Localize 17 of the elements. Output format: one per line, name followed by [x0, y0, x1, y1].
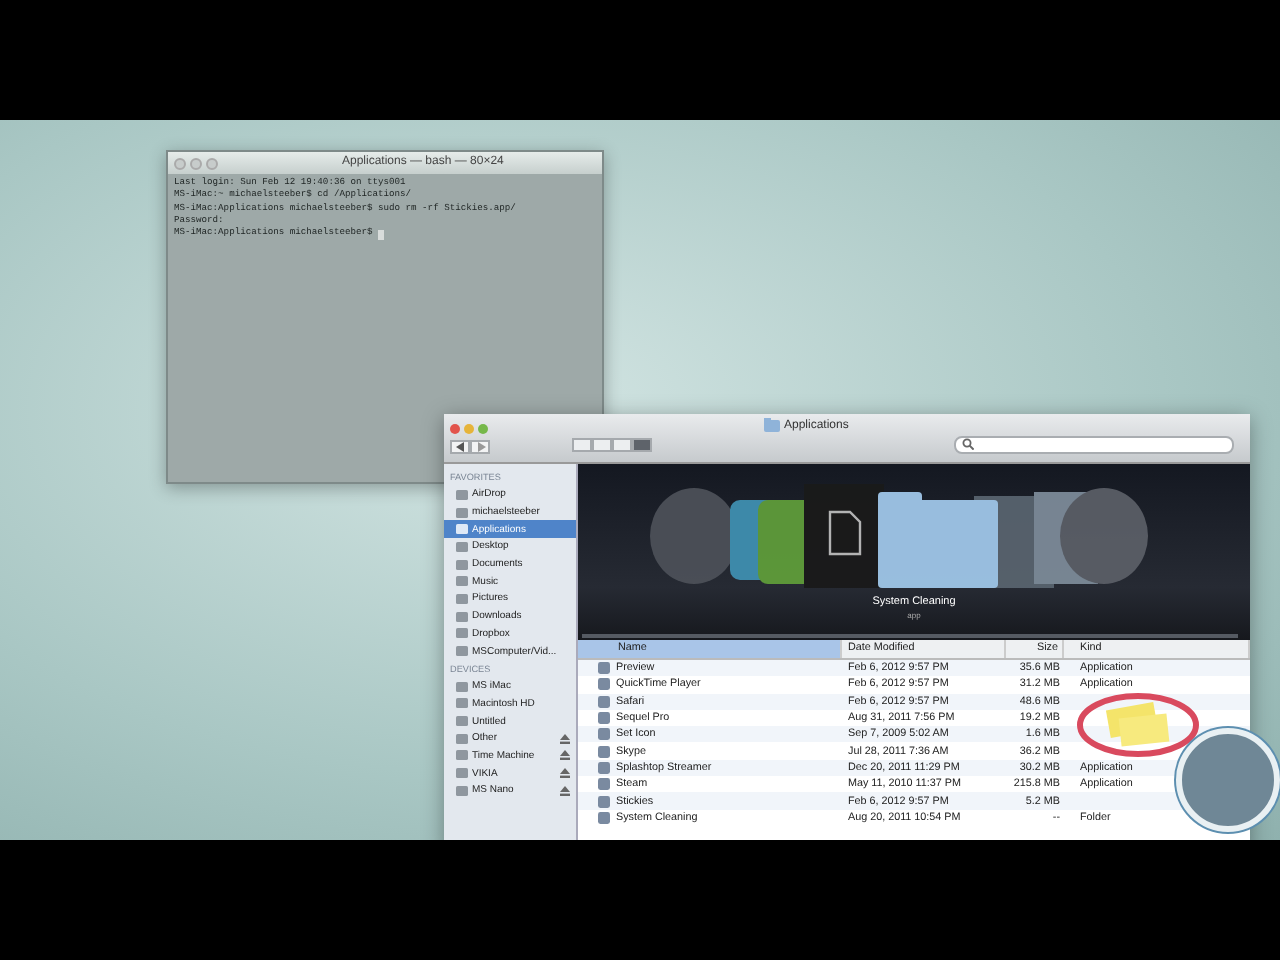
list-view-button[interactable]	[592, 437, 612, 451]
text-cursor	[378, 229, 384, 240]
forward-arrow-icon	[475, 442, 485, 452]
icon-view-button[interactable]	[572, 437, 592, 451]
zoom-button[interactable]	[478, 424, 488, 434]
zoom-button[interactable]	[206, 157, 218, 169]
close-button[interactable]	[174, 157, 186, 169]
search-icon	[962, 438, 974, 450]
cover-flow-button[interactable]	[632, 437, 652, 451]
back-arrow-icon	[455, 442, 465, 452]
search-field[interactable]	[954, 435, 1234, 453]
minimize-button[interactable]	[464, 424, 474, 434]
close-button[interactable]	[450, 424, 460, 434]
minimize-button[interactable]	[190, 157, 202, 169]
column-view-button[interactable]	[612, 437, 632, 451]
back-button[interactable]	[450, 440, 470, 454]
sticky-notes-ring-drawing	[1076, 692, 1200, 758]
